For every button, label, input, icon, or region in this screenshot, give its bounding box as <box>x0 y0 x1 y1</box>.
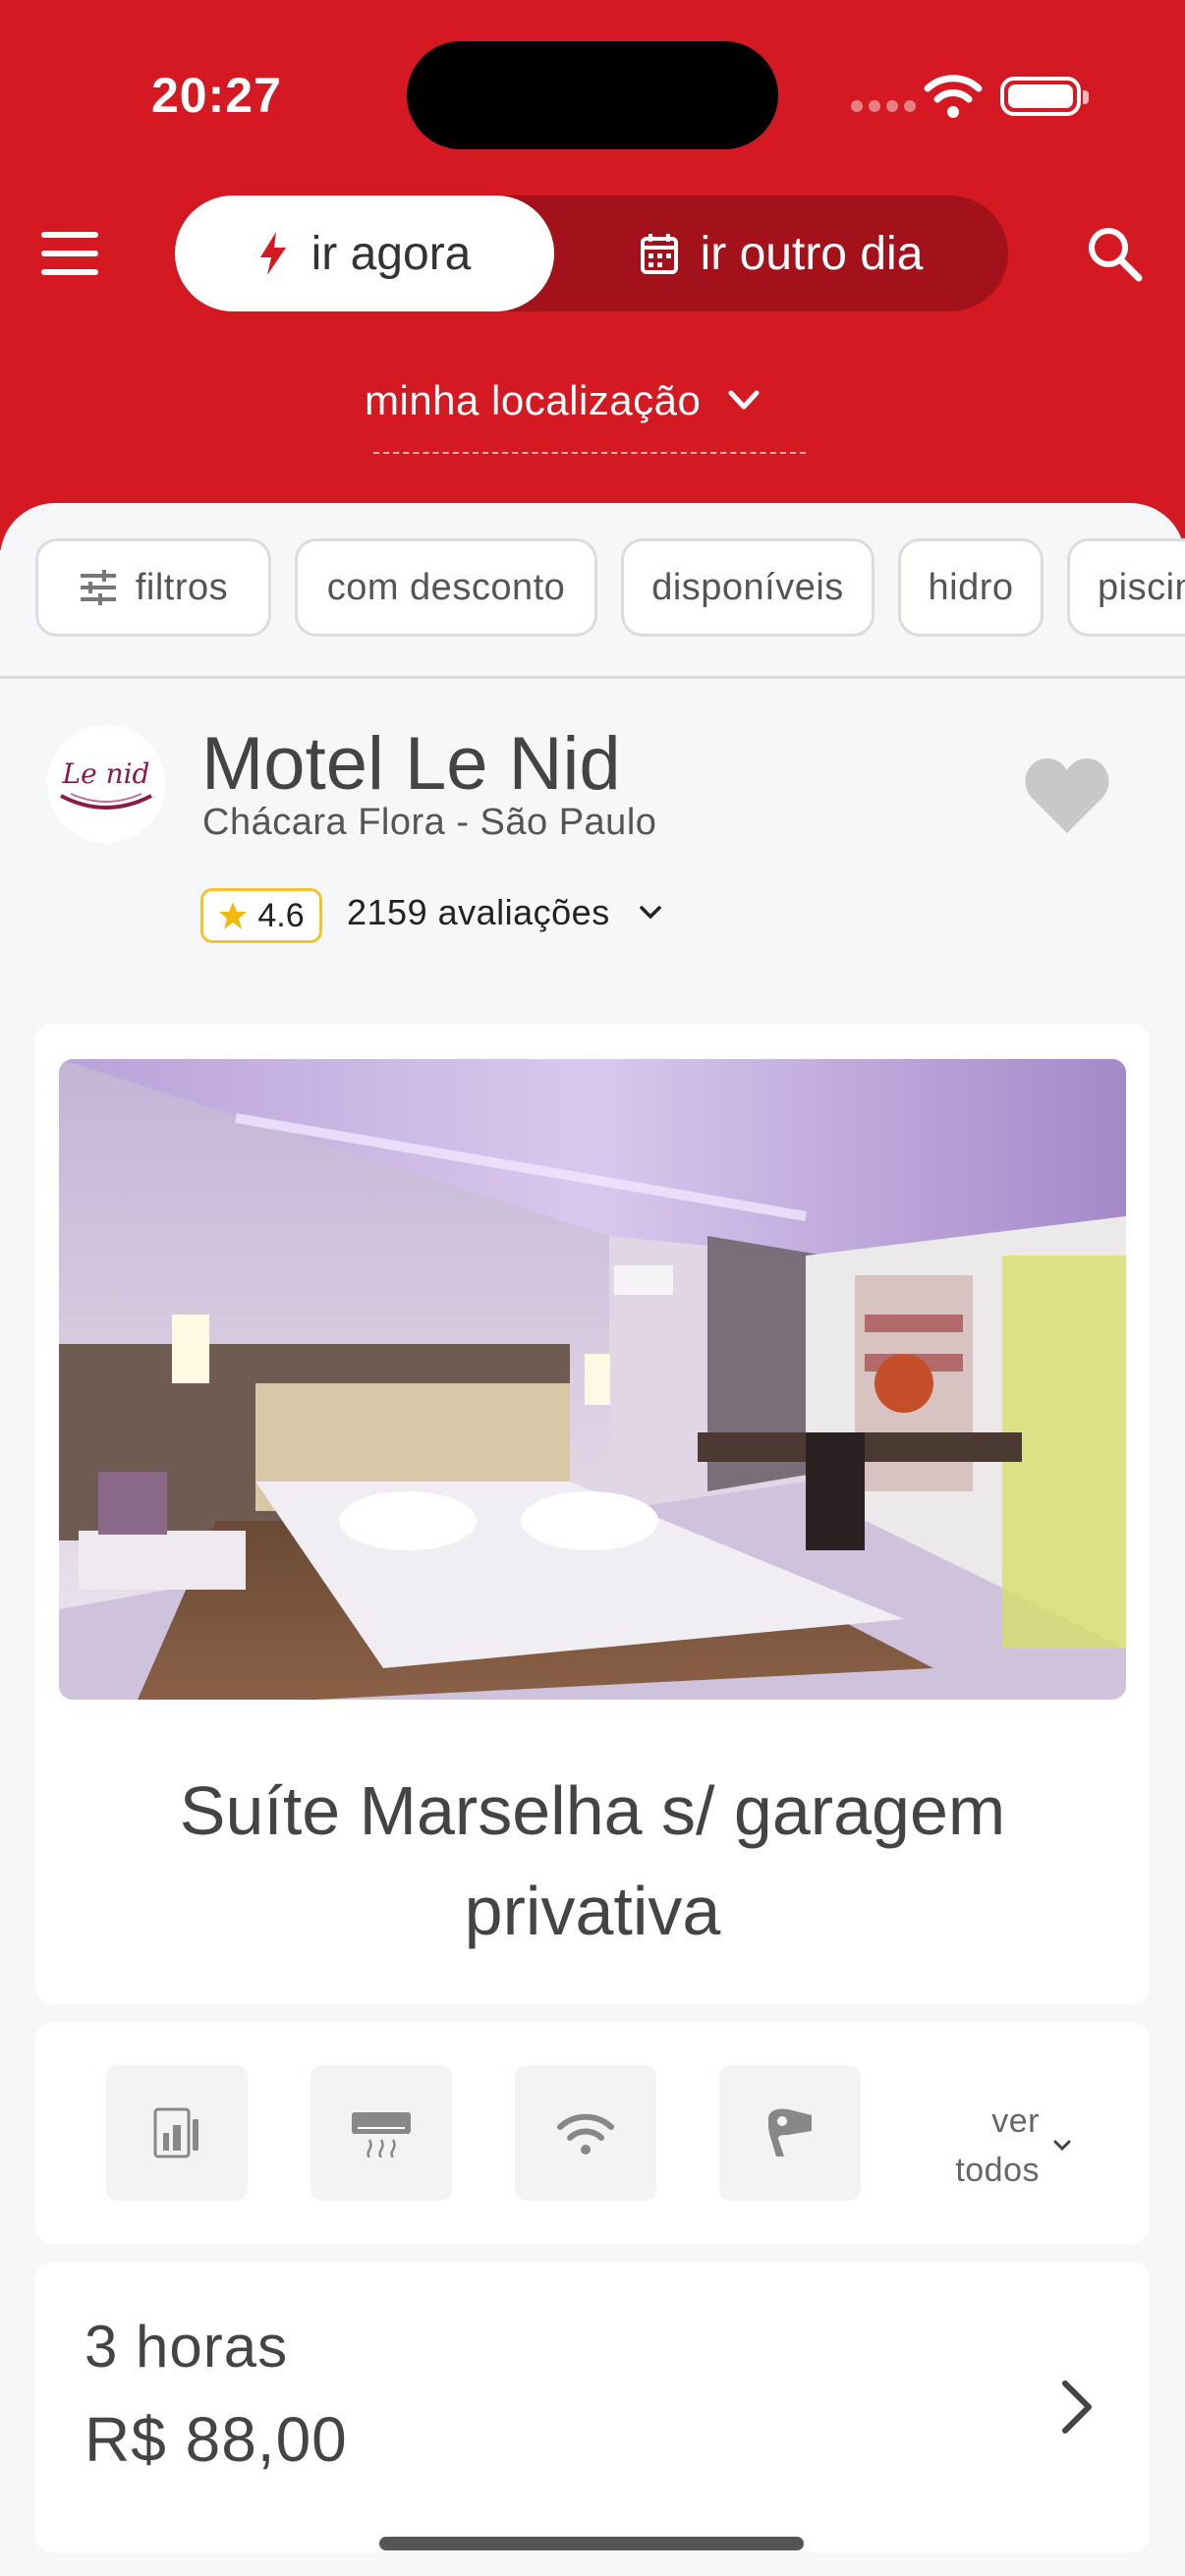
minibar-icon <box>153 2107 198 2158</box>
reviews-toggle[interactable]: 2159 avaliações <box>347 892 661 933</box>
see-all-amenities[interactable]: ver todos <box>937 2097 1071 2195</box>
rating-value: 4.6 <box>257 896 305 934</box>
tab-go-now[interactable]: ir agora <box>175 196 554 311</box>
see-all-line-1: ver <box>991 2102 1040 2140</box>
room-card[interactable]: Suíte Marselha s/ garagem privativa <box>35 1024 1150 2004</box>
price-value: R$ 88,00 <box>85 2404 348 2475</box>
amenity-wifi <box>515 2065 656 2201</box>
menu-icon[interactable] <box>41 232 98 275</box>
amenity-minibar <box>106 2065 248 2201</box>
visit-mode-toggle: ir agora ir outro dia <box>175 196 1008 311</box>
filter-chip-discount[interactable]: com desconto <box>295 538 597 637</box>
tab-go-now-label: ir agora <box>310 227 472 280</box>
filter-chip-label: com desconto <box>326 566 566 608</box>
chevron-down-icon <box>1053 2140 1071 2152</box>
price-duration: 3 horas <box>85 2314 289 2380</box>
price-option[interactable]: 3 horas R$ 88,00 <box>35 2262 1150 2552</box>
tab-other-day[interactable]: ir outro dia <box>554 196 1008 311</box>
filter-chip-label: filtros <box>135 566 229 608</box>
status-time: 20:27 <box>151 68 282 123</box>
sliders-icon <box>80 570 116 605</box>
filter-chip-label: hidro <box>928 566 1014 608</box>
rating-badge: 4.6 <box>200 888 322 943</box>
room-photo[interactable] <box>59 1059 1126 1700</box>
chevron-down-icon <box>639 906 661 920</box>
app-header: 20:27 ir agora ir outro dia minha locali… <box>0 0 1185 550</box>
amenity-air-conditioner <box>310 2065 452 2201</box>
lightning-icon <box>259 232 286 275</box>
amenities-card: ver todos <box>35 2022 1150 2244</box>
filter-chip-label: piscina <box>1098 566 1185 608</box>
tab-other-day-label: ir outro dia <box>700 227 924 280</box>
filter-chip-label: disponíveis <box>651 566 844 608</box>
filter-chip-hydro[interactable]: hidro <box>898 538 1044 637</box>
wifi-icon <box>557 2113 614 2155</box>
location-label: minha localização <box>365 377 702 423</box>
filter-chips: filtros com desconto disponíveis hidro p… <box>0 538 1185 641</box>
wifi-status-icon <box>924 75 983 118</box>
battery-icon <box>1000 77 1089 116</box>
see-all-line-2: todos <box>955 2152 1040 2189</box>
chevron-right-icon <box>1062 2380 1092 2434</box>
chevron-down-icon <box>728 390 760 410</box>
logo-swoosh <box>60 792 152 810</box>
air-conditioner-icon <box>352 2112 411 2157</box>
location-selector[interactable]: minha localização <box>365 377 760 424</box>
location-underline <box>373 452 806 454</box>
home-indicator <box>379 2537 804 2550</box>
divider <box>0 676 1185 679</box>
amenity-hair-dryer <box>719 2065 861 2201</box>
favorite-heart-icon[interactable] <box>1024 756 1110 835</box>
filter-chip-filters[interactable]: filtros <box>35 538 271 637</box>
room-title: Suíte Marselha s/ garagem privativa <box>179 1772 1006 1949</box>
search-icon[interactable] <box>1085 224 1144 283</box>
dynamic-island <box>407 41 778 149</box>
hair-dryer-icon <box>768 2108 812 2156</box>
filter-chip-pool[interactable]: piscina <box>1067 538 1185 637</box>
motel-name: Motel Le Nid <box>201 722 621 806</box>
motel-logo: Le nid <box>47 725 165 843</box>
filter-chip-available[interactable]: disponíveis <box>621 538 875 637</box>
content-sheet: filtros com desconto disponíveis hidro p… <box>0 503 1185 2576</box>
reviews-count: 2159 avaliações <box>347 892 610 932</box>
calendar-icon <box>640 234 678 274</box>
star-icon <box>219 902 248 929</box>
cellular-signal-icon <box>851 100 916 112</box>
logo-text: Le nid <box>62 756 150 790</box>
motel-location: Chácara Flora - São Paulo <box>202 802 657 843</box>
